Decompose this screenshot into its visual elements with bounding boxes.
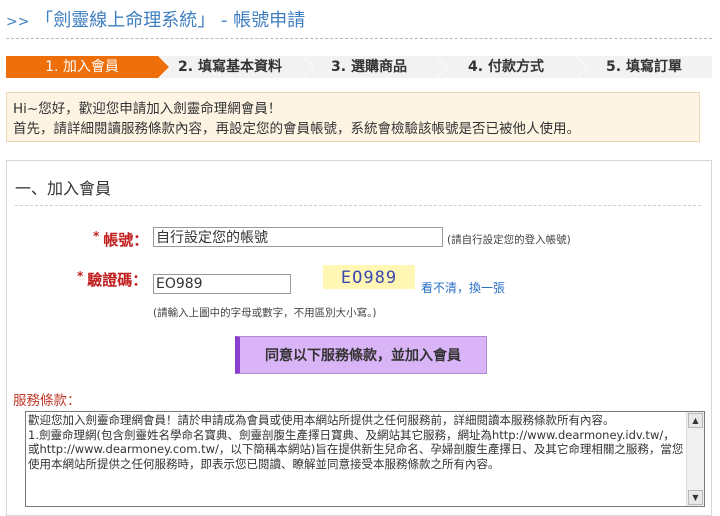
step-arrow-icon	[302, 56, 313, 78]
step-label: 2. 填寫基本資料	[178, 59, 282, 75]
welcome-message: Hi~您好，歡迎您申請加入劍靈命理網會員！ 首先，請詳細閱讀服務條款內容，再設定…	[6, 92, 700, 142]
step-fill-order: 5. 填寫訂單	[576, 56, 712, 78]
welcome-line-2: 首先，請詳細閱讀服務條款內容，再設定您的會員帳號，系統會檢驗該帳號是否已被他人使…	[13, 121, 580, 137]
title-arrows: >>	[6, 14, 30, 30]
step-join-member: 1. 加入會員	[6, 56, 170, 78]
required-mark: *	[93, 229, 100, 243]
terms-textarea[interactable]: 歡迎您加入劍靈命理網會員！請於申請成為會員或使用本網站所提供之任何服務前，詳細閱…	[25, 411, 705, 507]
captcha-label-text: 驗證碼：	[87, 271, 148, 289]
agree-join-button[interactable]: 同意以下服務條款，並加入會員	[235, 336, 487, 374]
captcha-image: EO989	[323, 265, 415, 289]
account-label: * 帳號：	[93, 229, 148, 250]
section-divider	[15, 205, 701, 206]
join-member-panel: 一、加入會員 *帳號： (請自行設定您的登入帳號) *驗證碼： EO989 看不…	[6, 160, 712, 516]
step-label: 4. 付款方式	[468, 59, 544, 75]
step-label: 5. 填寫訂單	[606, 59, 682, 75]
step-payment-method: 4. 付款方式	[436, 56, 588, 78]
terms-label: 服務條款：	[13, 393, 81, 409]
section-title: 一、加入會員	[15, 179, 112, 198]
captcha-refresh-link[interactable]: 看不清，換一張	[421, 279, 505, 296]
captcha-input[interactable]	[153, 274, 291, 294]
account-hint: (請自行設定您的登入帳號)	[447, 234, 571, 246]
captcha-hint: (請輸入上圖中的字母或數字，不用區別大小寫。)	[153, 307, 377, 319]
terms-scrollbar[interactable]: ▲ ▼	[686, 412, 704, 506]
captcha-label: * 驗證碼：	[77, 269, 147, 290]
scroll-down-icon[interactable]: ▼	[688, 490, 703, 505]
step-progress-bar: 1. 加入會員 2. 填寫基本資料 3. 選購商品 4. 付款方式 5. 填寫訂…	[6, 56, 712, 78]
step-basic-info: 2. 填寫基本資料	[158, 56, 314, 78]
required-mark: *	[77, 269, 84, 283]
step-label: 3. 選購商品	[331, 59, 407, 75]
welcome-line-1: Hi~您好，歡迎您申請加入劍靈命理網會員！	[13, 101, 282, 117]
account-label-text: 帳號：	[103, 231, 149, 249]
account-input[interactable]	[153, 227, 443, 247]
title-divider	[6, 38, 712, 39]
scroll-up-icon[interactable]: ▲	[688, 413, 703, 428]
step-arrow-icon	[436, 56, 447, 78]
title-text: 「劍靈線上命理系統」 - 帳號申請	[35, 10, 306, 31]
terms-text: 歡迎您加入劍靈命理網會員！請於申請成為會員或使用本網站所提供之任何服務前，詳細閱…	[28, 413, 684, 471]
step-select-product: 3. 選購商品	[302, 56, 448, 78]
step-label: 1. 加入會員	[45, 59, 119, 75]
step-arrow-icon	[576, 56, 587, 78]
page-title: >> 「劍靈線上命理系統」 - 帳號申請	[6, 6, 305, 32]
step-arrow-icon	[158, 56, 169, 78]
